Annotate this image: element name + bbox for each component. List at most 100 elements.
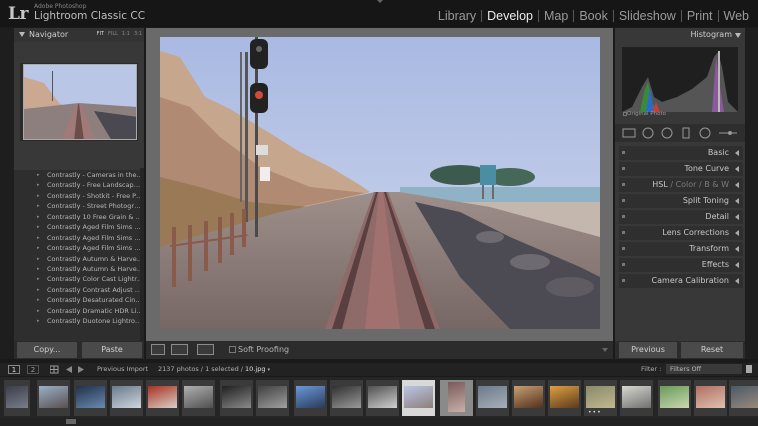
panel-split-toning[interactable]: Split Toning <box>619 194 743 208</box>
zoom-1-1[interactable]: 1:1 <box>122 31 130 37</box>
preset-item[interactable]: Contrastly Aged Film Sims Light... <box>14 233 144 243</box>
tab-bw[interactable]: B & W <box>704 180 729 189</box>
preset-item[interactable]: Contrastly Contrast Adjust Ligh... <box>14 285 144 295</box>
filmstrip-thumbnail[interactable] <box>256 380 289 416</box>
filmstrip-thumbnail[interactable] <box>74 380 107 416</box>
filmstrip-thumbnail[interactable] <box>476 380 509 416</box>
panel-switch-icon[interactable] <box>622 199 625 202</box>
panel-switch-icon[interactable] <box>622 247 625 250</box>
histogram-header[interactable]: Histogram <box>615 28 745 42</box>
module-library[interactable]: Library <box>433 9 481 23</box>
thumbnail-image <box>660 386 689 408</box>
panel-lens-corrections[interactable]: Lens Corrections <box>619 226 743 240</box>
collapse-triangle-icon[interactable] <box>19 32 25 37</box>
zoom-fill[interactable]: FILL <box>108 31 118 37</box>
panel-tone-curve[interactable]: Tone Curve <box>619 162 743 176</box>
zoom-fit[interactable]: FIT <box>97 31 104 37</box>
filmstrip-thumbnail[interactable] <box>402 380 435 416</box>
main-photo[interactable] <box>160 37 600 329</box>
tab-color[interactable]: Color <box>676 180 697 189</box>
panel-detail[interactable]: Detail <box>619 210 743 224</box>
preset-item[interactable]: Contrastly Autumn & Harvest Li... <box>14 254 144 264</box>
zoom-3-1[interactable]: 3:1 <box>134 31 142 37</box>
soft-proofing-checkbox[interactable] <box>229 346 236 353</box>
collapse-top-panel-icon[interactable] <box>377 0 383 3</box>
previous-button[interactable]: Previous <box>619 342 677 358</box>
filter-dropdown[interactable]: Filters Off <box>666 364 742 374</box>
filmstrip-thumbnail[interactable] <box>512 380 545 416</box>
preset-item[interactable]: Contrastly Duotone Lightroom... <box>14 316 144 326</box>
filmstrip-thumbnail[interactable] <box>110 380 143 416</box>
filmstrip-thumbnail[interactable] <box>658 380 691 416</box>
filmstrip-scroll-thumb[interactable] <box>66 419 76 424</box>
lightroom-logo: Lr <box>8 4 28 24</box>
preset-item[interactable]: Contrastly 10 Free Grain & Film... <box>14 212 144 222</box>
filmstrip-source[interactable]: Previous Import <box>97 365 148 373</box>
module-print[interactable]: Print <box>682 9 718 23</box>
collapse-triangle-icon[interactable] <box>735 33 741 38</box>
panel-switch-icon[interactable] <box>622 263 625 266</box>
panel-basic[interactable]: Basic <box>619 146 743 160</box>
filmstrip-thumbnail[interactable] <box>620 380 653 416</box>
filmstrip-thumbnail[interactable] <box>330 380 363 416</box>
toolbar-options-icon[interactable] <box>602 348 608 352</box>
preset-item[interactable]: Contrastly Desaturated Cinema... <box>14 295 144 305</box>
navigator-preview[interactable] <box>23 64 137 140</box>
panel-switch-icon[interactable] <box>622 167 625 170</box>
panel-switch-icon[interactable] <box>622 231 625 234</box>
right-panel-edge[interactable] <box>745 28 758 359</box>
panel-switch-icon[interactable] <box>622 279 625 282</box>
filmstrip-thumbnail[interactable] <box>182 380 215 416</box>
display-2-button[interactable]: 2 <box>27 365 39 374</box>
filmstrip-thumbnail[interactable] <box>694 380 727 416</box>
railroad-photo <box>160 37 600 329</box>
paste-button[interactable]: Paste <box>82 342 142 358</box>
filmstrip-thumbnail[interactable] <box>37 380 70 416</box>
presets-scrollbar[interactable] <box>140 168 144 348</box>
display-1-button[interactable]: 1 <box>8 365 20 374</box>
preset-item[interactable]: Contrastly - Free Landscape Pre... <box>14 180 144 190</box>
preset-item[interactable]: Contrastly Autumn & Harvest Li... <box>14 264 144 274</box>
preset-item[interactable]: Contrastly Aged Film Sims Light... <box>14 222 144 232</box>
reset-button[interactable]: Reset <box>681 342 743 358</box>
filmstrip-thumbnail[interactable] <box>294 380 327 416</box>
tool-icons[interactable] <box>615 124 745 142</box>
preset-item[interactable]: Contrastly Dramatic HDR Light... <box>14 306 144 316</box>
panel-effects[interactable]: Effects <box>619 258 743 272</box>
left-panel-edge[interactable] <box>0 28 14 359</box>
panel-switch-icon[interactable] <box>622 183 625 186</box>
preset-item[interactable]: Contrastly Aged Film Sims Light... <box>14 243 144 253</box>
filmstrip-thumbnail[interactable] <box>548 380 581 416</box>
module-develop[interactable]: Develop <box>482 9 538 23</box>
histogram-graph[interactable] <box>622 47 738 112</box>
before-after-split-icon[interactable] <box>197 344 214 355</box>
grid-and-nav-icons[interactable] <box>50 365 92 374</box>
module-web[interactable]: Web <box>719 9 754 23</box>
preset-item[interactable]: Contrastly - Shotkit - Free Prese... <box>14 191 144 201</box>
panel-camera-calibration[interactable]: Camera Calibration <box>619 274 743 288</box>
panel-transform[interactable]: Transform <box>619 242 743 256</box>
filmstrip-thumbnail[interactable] <box>220 380 253 416</box>
navigator-header[interactable]: Navigator FIT FILL 1:1 3:1 <box>14 28 144 42</box>
copy-button[interactable]: Copy... <box>17 342 77 358</box>
filmstrip-thumbnail[interactable] <box>440 380 473 416</box>
module-map[interactable]: Map <box>539 9 573 23</box>
panel-hsl[interactable]: HSL / Color / B & W <box>619 178 743 192</box>
filmstrip-scrollbar[interactable] <box>0 418 758 426</box>
filmstrip-thumbnail[interactable] <box>4 380 30 416</box>
lock-icon[interactable] <box>746 365 752 373</box>
tab-hsl[interactable]: HSL <box>652 180 668 189</box>
preset-item[interactable]: Contrastly Color Cast Lightroo... <box>14 274 144 284</box>
module-book[interactable]: Book <box>574 9 613 23</box>
loupe-view-icon[interactable] <box>151 344 165 355</box>
filmstrip-thumbnail[interactable] <box>729 380 758 416</box>
panel-switch-icon[interactable] <box>622 151 625 154</box>
preset-item[interactable]: Contrastly - Cameras in the Wo... <box>14 170 144 180</box>
before-after-icon[interactable] <box>171 344 188 355</box>
filmstrip-thumbnail[interactable] <box>366 380 399 416</box>
module-slideshow[interactable]: Slideshow <box>614 9 681 23</box>
preset-item[interactable]: Contrastly - Street Photography... <box>14 201 144 211</box>
panel-switch-icon[interactable] <box>622 215 625 218</box>
expand-arrow-icon <box>735 150 739 156</box>
filmstrip-thumbnail[interactable] <box>146 380 179 416</box>
